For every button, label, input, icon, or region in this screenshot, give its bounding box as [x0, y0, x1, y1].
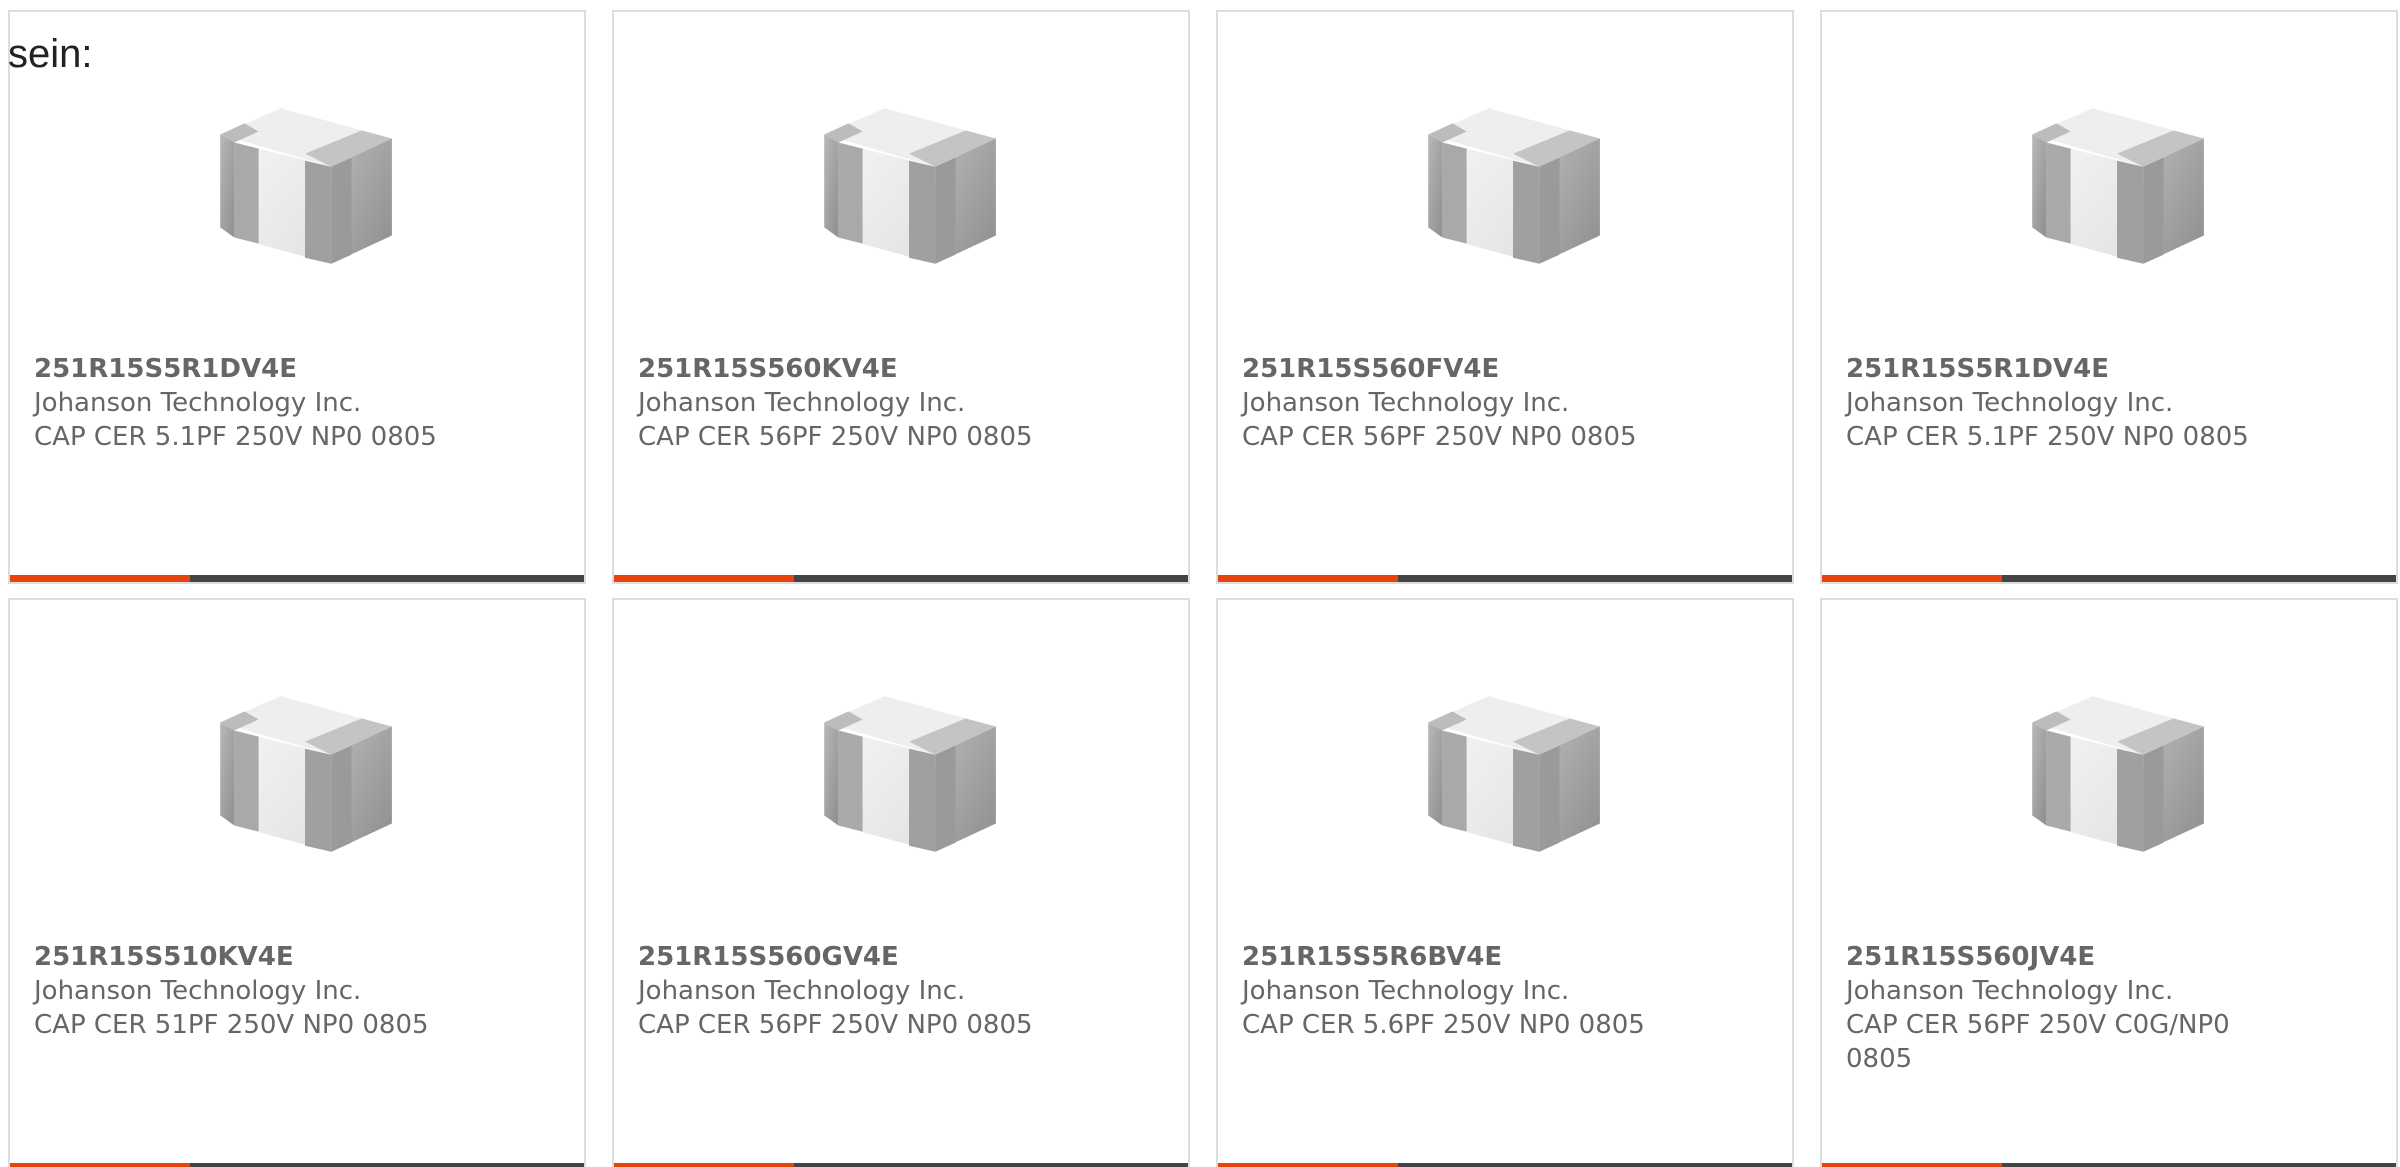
- product-description: CAP CER 56PF 250V NP0 0805: [638, 1010, 1033, 1040]
- part-number: 251R15S560KV4E: [638, 354, 898, 384]
- product-card[interactable]: 251R15S560FV4E Johanson Technology Inc. …: [1216, 10, 1794, 584]
- card-accent-bar: [1822, 575, 2002, 582]
- product-card[interactable]: 251R15S5R1DV4E Johanson Technology Inc. …: [1820, 10, 2398, 584]
- manufacturer: Johanson Technology Inc.: [34, 388, 362, 418]
- part-number: 251R15S5R6BV4E: [1242, 942, 1503, 972]
- part-number: 251R15S5R1DV4E: [1846, 354, 2109, 384]
- capacitor-image: [1408, 86, 1610, 288]
- product-grid: 251R15S5R1DV4E Johanson Technology Inc. …: [8, 10, 2400, 1167]
- product-description: CAP CER 56PF 250V NP0 0805: [638, 422, 1033, 452]
- manufacturer: Johanson Technology Inc.: [1846, 976, 2174, 1006]
- capacitor-image: [200, 86, 402, 288]
- product-info: 251R15S5R6BV4E Johanson Technology Inc. …: [1242, 940, 1762, 1042]
- product-card[interactable]: 251R15S560JV4E Johanson Technology Inc. …: [1820, 598, 2398, 1167]
- product-info: 251R15S560JV4E Johanson Technology Inc. …: [1846, 940, 2366, 1076]
- product-info: 251R15S510KV4E Johanson Technology Inc. …: [34, 940, 554, 1042]
- card-accent-bar: [1218, 1163, 1398, 1167]
- part-number: 251R15S560GV4E: [638, 942, 899, 972]
- manufacturer: Johanson Technology Inc.: [34, 976, 362, 1006]
- capacitor-image: [2012, 674, 2214, 876]
- product-card[interactable]: 251R15S560KV4E Johanson Technology Inc. …: [612, 10, 1190, 584]
- product-description: CAP CER 56PF 250V C0G/NP0 0805: [1846, 1010, 2230, 1074]
- card-bottom-bar: [1822, 1163, 2396, 1167]
- product-info: 251R15S5R1DV4E Johanson Technology Inc. …: [1846, 352, 2366, 454]
- lead-text: sein:: [8, 32, 93, 76]
- product-description: CAP CER 51PF 250V NP0 0805: [34, 1010, 429, 1040]
- card-bottom-bar: [10, 1163, 584, 1167]
- card-accent-bar: [1822, 1163, 2002, 1167]
- product-info: 251R15S560KV4E Johanson Technology Inc. …: [638, 352, 1158, 454]
- product-description: CAP CER 5.1PF 250V NP0 0805: [1846, 422, 2249, 452]
- product-info: 251R15S560FV4E Johanson Technology Inc. …: [1242, 352, 1762, 454]
- part-number: 251R15S560JV4E: [1846, 942, 2096, 972]
- part-number: 251R15S5R1DV4E: [34, 354, 297, 384]
- card-accent-bar: [1218, 575, 1398, 582]
- part-number: 251R15S560FV4E: [1242, 354, 1500, 384]
- capacitor-image: [804, 674, 1006, 876]
- product-card[interactable]: 251R15S560GV4E Johanson Technology Inc. …: [612, 598, 1190, 1167]
- card-bottom-bar: [1218, 575, 1792, 582]
- capacitor-image: [200, 674, 402, 876]
- card-accent-bar: [10, 575, 190, 582]
- manufacturer: Johanson Technology Inc.: [638, 976, 966, 1006]
- product-description: CAP CER 5.6PF 250V NP0 0805: [1242, 1010, 1645, 1040]
- manufacturer: Johanson Technology Inc.: [1242, 976, 1570, 1006]
- part-number: 251R15S510KV4E: [34, 942, 294, 972]
- product-card[interactable]: 251R15S5R6BV4E Johanson Technology Inc. …: [1216, 598, 1794, 1167]
- card-bottom-bar: [614, 575, 1188, 582]
- card-accent-bar: [614, 575, 794, 582]
- product-card[interactable]: 251R15S5R1DV4E Johanson Technology Inc. …: [8, 10, 586, 584]
- card-bottom-bar: [1218, 1163, 1792, 1167]
- capacitor-image: [1408, 674, 1610, 876]
- card-accent-bar: [10, 1163, 190, 1167]
- card-bottom-bar: [614, 1163, 1188, 1167]
- capacitor-image: [804, 86, 1006, 288]
- card-bottom-bar: [10, 575, 584, 582]
- manufacturer: Johanson Technology Inc.: [638, 388, 966, 418]
- manufacturer: Johanson Technology Inc.: [1846, 388, 2174, 418]
- product-description: CAP CER 5.1PF 250V NP0 0805: [34, 422, 437, 452]
- product-description: CAP CER 56PF 250V NP0 0805: [1242, 422, 1637, 452]
- product-info: 251R15S5R1DV4E Johanson Technology Inc. …: [34, 352, 554, 454]
- product-info: 251R15S560GV4E Johanson Technology Inc. …: [638, 940, 1158, 1042]
- capacitor-image: [2012, 86, 2214, 288]
- card-accent-bar: [614, 1163, 794, 1167]
- card-bottom-bar: [1822, 575, 2396, 582]
- manufacturer: Johanson Technology Inc.: [1242, 388, 1570, 418]
- product-card[interactable]: 251R15S510KV4E Johanson Technology Inc. …: [8, 598, 586, 1167]
- product-grid-page: sein: 251R15S5R1DV4E Johanson Technology…: [0, 0, 2400, 1167]
